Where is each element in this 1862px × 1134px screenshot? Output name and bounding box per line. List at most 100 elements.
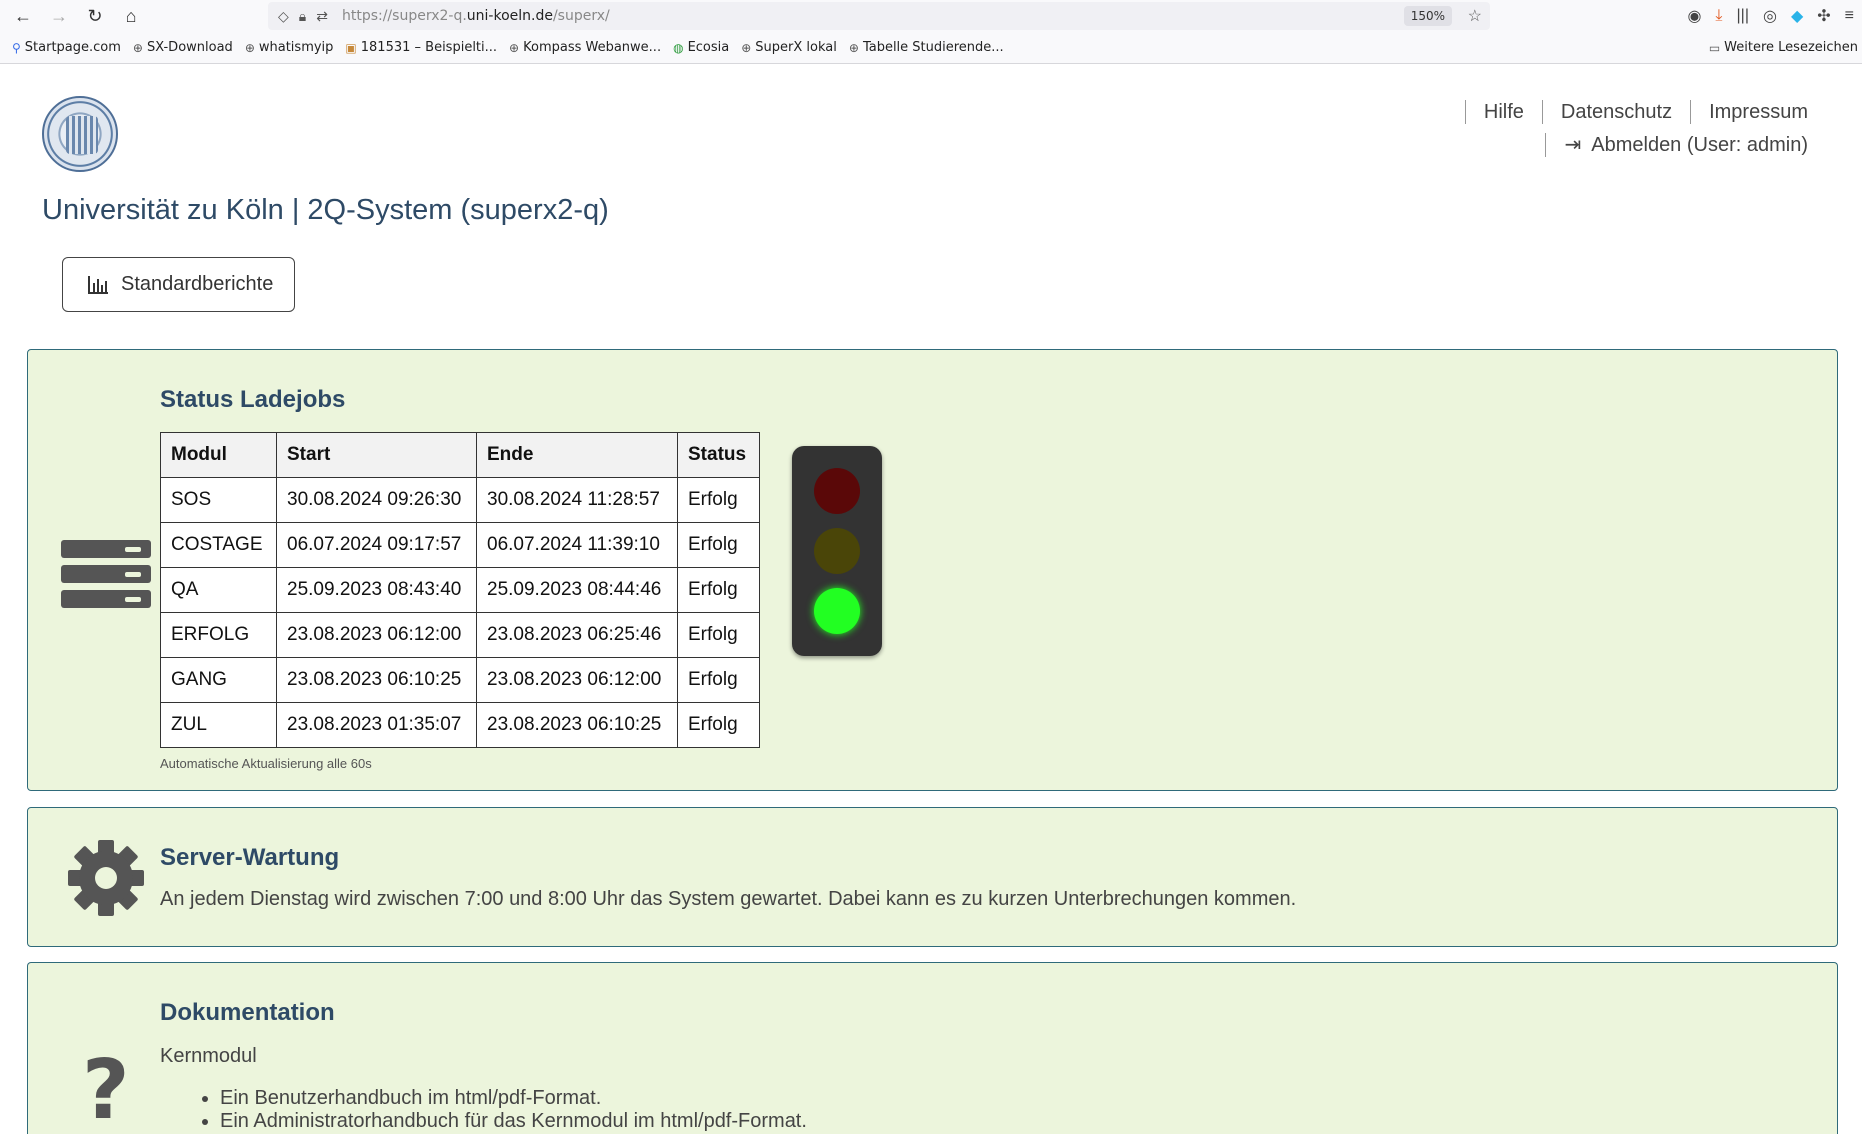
gear-icon [68, 840, 144, 916]
question-icon: ? [82, 1043, 130, 1134]
standardberichte-button[interactable]: Standardberichte [62, 257, 295, 312]
server-icon [61, 540, 151, 615]
bookmark-item[interactable]: ⚲ Startpage.com [12, 40, 121, 55]
pocket-icon[interactable]: ◉ [1687, 6, 1701, 26]
ecosia-icon: ◍ [673, 40, 684, 55]
table-cell: 06.07.2024 09:17:57 [276, 522, 477, 568]
globe-icon: ⊕ [848, 40, 859, 55]
image-icon: ▣ [345, 40, 357, 55]
table-cell: QA [160, 567, 277, 613]
top-navigation: Hilfe Datenschutz Impressum [1464, 100, 1808, 124]
table-cell: Erfolg [677, 612, 760, 658]
lock-icon[interactable]: 🔒︎ [299, 8, 306, 25]
table-cell: 23.08.2023 06:10:25 [276, 657, 477, 703]
table-cell: SOS [160, 477, 277, 523]
red-lamp [814, 468, 860, 514]
maintenance-heading: Server-Wartung [160, 844, 340, 871]
list-item[interactable]: Ein Benutzerhandbuch im html/pdf-Format. [220, 1087, 807, 1110]
nav-impressum[interactable]: Impressum [1690, 100, 1808, 124]
shield-icon[interactable]: ◇ [278, 8, 289, 25]
forward-icon[interactable]: → [44, 1, 74, 31]
bookmark-item[interactable]: ◍ Ecosia [673, 40, 729, 55]
table-cell: ERFOLG [160, 612, 277, 658]
table-row: SOS 30.08.2024 09:26:30 30.08.2024 11:28:5… [160, 477, 760, 523]
table-row: ZUL 23.08.2023 01:35:07 23.08.2023 06:10:2… [160, 702, 760, 748]
url-text[interactable]: https://superx2-q.uni-koeln.de/superx/ [342, 8, 610, 24]
table-cell: 06.07.2024 11:39:10 [476, 522, 678, 568]
documentation-subheading: Kernmodul [160, 1045, 257, 1067]
column-header: Modul [160, 432, 277, 478]
logout-label: Abmelden (User: admin) [1591, 134, 1808, 156]
bookmark-item[interactable]: ⊕ whatismyip [245, 40, 334, 55]
account-icon[interactable]: ◎ [1763, 6, 1777, 26]
table-cell: 23.08.2023 06:12:00 [476, 657, 678, 703]
table-cell: 23.08.2023 06:10:25 [476, 702, 678, 748]
browser-toolbar: ← → ↻ ⌂ ◇ 🔒︎ ⇄ https://superx2-q.uni-koe… [0, 0, 1862, 32]
table-cell: 25.09.2023 08:44:46 [476, 567, 678, 613]
bookmark-star-icon[interactable]: ☆ [1468, 6, 1482, 26]
university-seal-logo [42, 96, 118, 172]
reload-icon[interactable]: ↻ [80, 1, 110, 31]
download-icon[interactable]: ⤓ [1715, 7, 1722, 25]
nav-hilfe[interactable]: Hilfe [1464, 100, 1542, 124]
table-cell: 23.08.2023 06:25:46 [476, 612, 678, 658]
bookmark-item[interactable]: ⊕ Kompass Webanwe... [509, 40, 661, 55]
table-cell: Erfolg [677, 657, 760, 703]
table-cell: Erfolg [677, 477, 760, 523]
column-header: Start [276, 432, 477, 478]
table-cell: Erfolg [677, 702, 760, 748]
bookmark-item[interactable]: ⊕ Tabelle Studierende... [849, 40, 1004, 55]
table-cell: 23.08.2023 01:35:07 [276, 702, 477, 748]
other-bookmarks[interactable]: ▭ Weitere Lesezeichen [1709, 40, 1858, 55]
traffic-light-icon [792, 446, 882, 656]
zoom-badge[interactable]: 150% [1403, 6, 1452, 26]
maintenance-text: An jedem Dienstag wird zwischen 7:00 und… [160, 888, 1297, 910]
table-row: GANG 23.08.2023 06:10:25 23.08.2023 06:12:… [160, 657, 760, 703]
bookmark-item[interactable]: ▣ 181531 – Beispielti... [345, 40, 497, 55]
green-lamp [814, 588, 860, 634]
column-header: Status [677, 432, 760, 478]
status-heading: Status Ladejobs [160, 386, 346, 413]
globe-icon: ⊕ [132, 40, 143, 55]
documentation-heading: Dokumentation [160, 999, 335, 1026]
documentation-panel: ? Dokumentation Kernmodul Ein Benutzerha… [27, 962, 1838, 1134]
url-bar[interactable]: ◇ 🔒︎ ⇄ https://superx2-q.uni-koeln.de/su… [268, 2, 1490, 30]
permissions-icon[interactable]: ⇄ [316, 8, 328, 25]
table-row: ERFOLG 23.08.2023 06:12:00 23.08.2023 06:2… [160, 612, 760, 658]
refresh-note: Automatische Aktualisierung alle 60s [160, 756, 372, 771]
table-cell: 30.08.2024 09:26:30 [276, 477, 477, 523]
bookmarks-bar: ⚲ Startpage.com ⊕ SX-Download ⊕ whatismyip … [0, 32, 1862, 64]
logout-link[interactable]: ⇥ Abmelden (User: admin) [1545, 133, 1808, 157]
table-cell: GANG [160, 657, 277, 703]
nav-datenschutz[interactable]: Datenschutz [1541, 100, 1690, 124]
home-icon[interactable]: ⌂ [116, 1, 146, 31]
yellow-lamp [814, 528, 860, 574]
extensions-puzzle-icon[interactable]: ✣ [1817, 6, 1830, 26]
maintenance-panel: Server-Wartung An jedem Dienstag wird zw… [27, 807, 1838, 947]
globe-icon: ⊕ [244, 40, 255, 55]
bookmark-item[interactable]: ⊕ SX-Download [133, 40, 233, 55]
globe-icon: ⊕ [509, 40, 520, 55]
status-panel: Status Ladejobs Modul Start Ende Status … [27, 349, 1838, 791]
list-item[interactable]: Ein Administratorhandbuch für das Kernmo… [220, 1110, 807, 1133]
library-icon[interactable]: ||| [1737, 7, 1749, 25]
table-row: QA 25.09.2023 08:43:40 25.09.2023 08:44:46… [160, 567, 760, 613]
table-row: COSTAGE 06.07.2024 09:17:57 06.07.2024 11:… [160, 522, 760, 568]
back-icon[interactable]: ← [8, 1, 38, 31]
extension-icon[interactable]: ◆ [1791, 6, 1803, 26]
globe-icon: ⊕ [741, 40, 752, 55]
column-header: Ende [476, 432, 678, 478]
page-title: Universität zu Köln | 2Q-System (superx2… [42, 194, 609, 226]
bookmark-item[interactable]: ⊕ SuperX lokal [741, 40, 837, 55]
table-cell: 25.09.2023 08:43:40 [276, 567, 477, 613]
table-cell: 30.08.2024 11:28:57 [476, 477, 678, 523]
table-cell: ZUL [160, 702, 277, 748]
search-icon: ⚲ [12, 40, 21, 55]
documentation-list: Ein Benutzerhandbuch im html/pdf-Format.… [220, 1087, 807, 1133]
ladejobs-table: Modul Start Ende Status SOS 30.08.2024 09… [160, 432, 760, 748]
bar-chart-icon [88, 275, 108, 294]
menu-icon[interactable]: ≡ [1845, 7, 1854, 25]
table-cell: Erfolg [677, 567, 760, 613]
standardberichte-label: Standardberichte [121, 273, 274, 295]
table-cell: COSTAGE [160, 522, 277, 568]
